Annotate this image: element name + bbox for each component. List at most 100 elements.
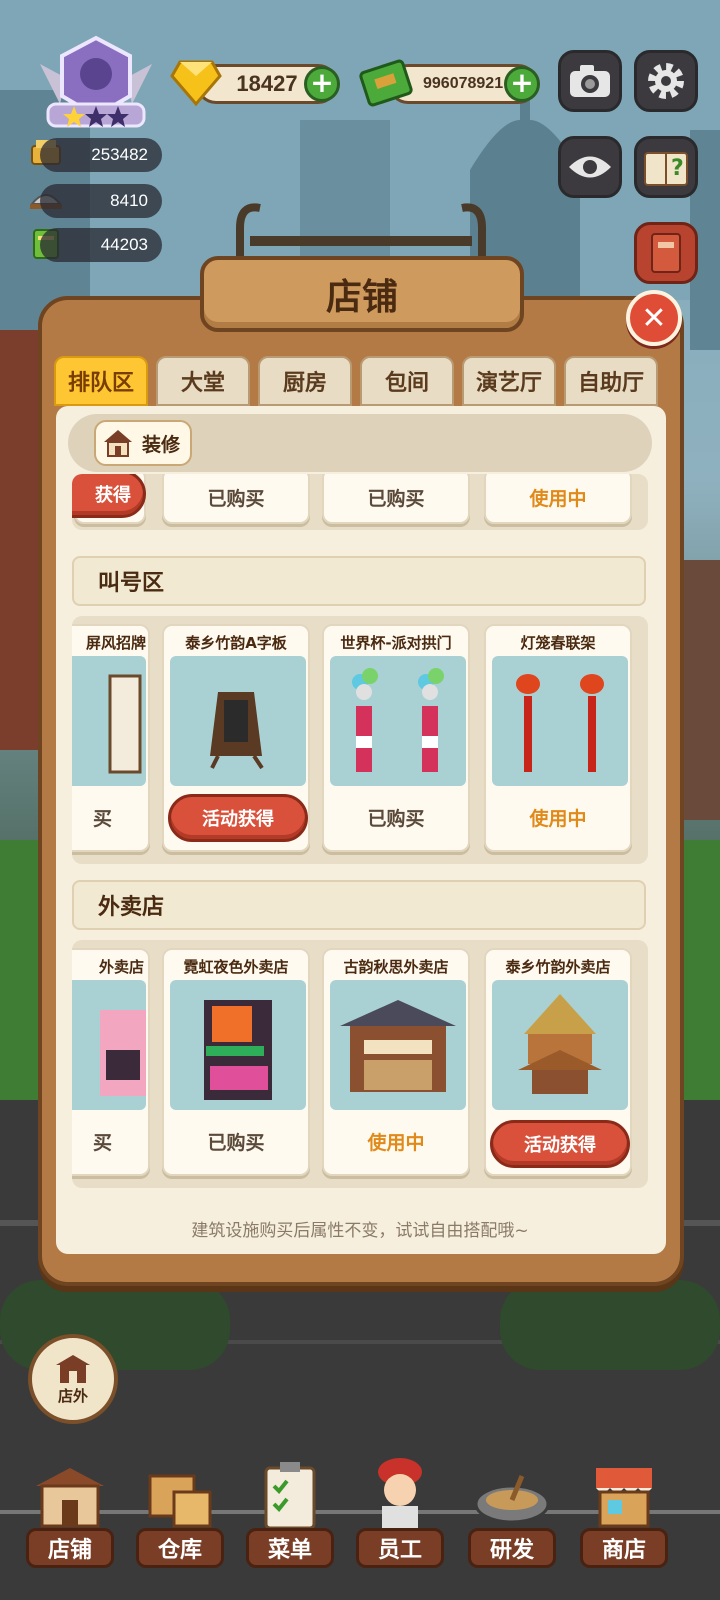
nav-research[interactable]: 研发 — [462, 1456, 562, 1576]
screen-sign-icon — [108, 674, 142, 774]
nav-shop[interactable]: 店铺 — [20, 1456, 120, 1576]
shop-icon — [36, 1468, 104, 1528]
item-card[interactable]: 泰乡竹韵外卖店 活动获得 — [484, 948, 632, 1176]
item-name: 泰乡竹韵外卖店 — [505, 958, 611, 976]
tab-performance-hall[interactable]: 演艺厅 — [462, 356, 556, 406]
tab-queue-area[interactable]: 排队区 — [54, 356, 148, 406]
close-icon: ✕ — [641, 300, 667, 336]
stat-pot: 253482 — [40, 138, 162, 172]
item-status: 买 — [92, 808, 112, 830]
ancient-shop-icon — [340, 1000, 456, 1092]
gem-amount: 18427 — [236, 71, 298, 96]
help-book-icon: ? — [644, 152, 688, 186]
event-obtain-button[interactable]: 活动获得 — [490, 1120, 630, 1168]
nav-staff[interactable]: 员工 — [350, 1456, 450, 1576]
outside-button[interactable]: 店外 — [28, 1334, 118, 1424]
tab-buffet-hall[interactable]: 自助厅 — [564, 356, 658, 406]
nav-store[interactable]: 商店 — [574, 1456, 674, 1576]
cash-icon — [359, 59, 413, 107]
pink-shop-icon — [100, 1010, 146, 1096]
view-button[interactable] — [558, 136, 622, 198]
guide-button[interactable]: ? — [634, 136, 698, 198]
nav-warehouse[interactable]: 仓库 — [130, 1456, 230, 1576]
close-button[interactable]: ✕ — [626, 290, 682, 346]
tab-label: 排队区 — [67, 371, 134, 396]
stat-book-value: 44203 — [100, 235, 148, 254]
item-image — [170, 980, 306, 1110]
eye-icon — [569, 156, 611, 178]
bush-right — [500, 1280, 720, 1370]
party-arch-icon — [352, 668, 444, 772]
gear-icon — [648, 63, 684, 99]
item-name: 泰乡竹韵A字板 — [185, 634, 287, 652]
camera-button[interactable] — [558, 50, 622, 112]
panel-title: 店铺 — [200, 256, 524, 332]
decorate-label: 装修 — [141, 433, 180, 456]
item-image — [330, 656, 466, 786]
a-frame-board-icon — [210, 692, 264, 770]
item-name: 古韵秋思外卖店 — [343, 958, 449, 976]
add-cash-button[interactable]: + — [504, 66, 540, 102]
item-card[interactable]: 霓虹夜色外卖店 已购买 — [162, 948, 310, 1176]
lantern-couplet-icon — [516, 674, 604, 772]
settings-button[interactable] — [634, 50, 698, 112]
event-obtain-button[interactable]: 活动获得 — [168, 794, 308, 842]
storefront-icon — [56, 1354, 90, 1383]
item-card[interactable]: 屏风招牌 买 — [72, 624, 150, 852]
warehouse-box-icon — [148, 1474, 212, 1528]
item-name: 世界杯-派对拱门 — [340, 634, 452, 652]
item-card[interactable]: 获得 — [72, 474, 146, 524]
section-title: 外卖店 — [98, 895, 165, 920]
item-card[interactable]: 已购买 — [322, 474, 470, 524]
stat-book: 44203 — [40, 228, 162, 262]
obtain-label: 获得 — [95, 485, 131, 506]
item-status: 已购买 — [367, 808, 425, 830]
item-card[interactable]: 世界杯-派对拱门 已购买 — [322, 624, 470, 852]
item-card[interactable]: 已购买 — [162, 474, 310, 524]
outside-label: 店外 — [57, 1386, 88, 1405]
section-title: 叫号区 — [98, 571, 165, 596]
nav-label: 仓库 — [136, 1528, 224, 1568]
nav-label: 菜单 — [246, 1528, 334, 1568]
tab-lobby[interactable]: 大堂 — [156, 356, 250, 406]
event-obtain-label: 活动获得 — [524, 1135, 596, 1156]
item-card[interactable]: 使用中 — [484, 474, 632, 524]
cash-amount: 996078921 — [423, 75, 504, 92]
item-status: 使用中 — [529, 808, 587, 830]
stat-dish-value: 8410 — [110, 191, 148, 210]
recipe-book-button[interactable] — [634, 222, 698, 284]
nav-label: 商店 — [580, 1528, 668, 1568]
tab-kitchen[interactable]: 厨房 — [258, 356, 352, 406]
nav-menu[interactable]: 菜单 — [240, 1456, 340, 1576]
chef-avatar-icon — [378, 1458, 422, 1530]
obtain-button[interactable]: 获得 — [72, 474, 146, 518]
item-name: 灯笼春联架 — [520, 634, 596, 652]
tab-private-room[interactable]: 包间 — [360, 356, 454, 406]
item-image — [492, 656, 628, 786]
thai-shop-icon — [518, 994, 602, 1094]
item-status: 使用中 — [529, 488, 587, 510]
red-book-icon — [651, 233, 681, 273]
wok-icon — [474, 1475, 550, 1524]
item-image — [72, 656, 146, 786]
row-previous-section: 获得 已购买 已购买 使用中 — [72, 474, 648, 530]
item-card[interactable]: 泰乡竹韵A字板 活动获得 — [162, 624, 310, 852]
footer-tip: 建筑设施购买后属性不变，试试自由搭配哦~ — [191, 1221, 529, 1241]
item-card[interactable]: 古韵秋思外卖店 使用中 — [322, 948, 470, 1176]
item-status: 已购买 — [367, 488, 425, 510]
nav-label: 研发 — [468, 1528, 556, 1568]
tab-label: 厨房 — [282, 371, 327, 396]
decorate-button[interactable]: 装修 — [94, 420, 192, 466]
item-card[interactable]: 外卖店 买 — [72, 948, 150, 1176]
store-stall-icon — [596, 1468, 652, 1528]
item-status: 已购买 — [207, 488, 265, 510]
item-image — [170, 656, 306, 786]
panel-crest-decoration — [236, 203, 486, 258]
item-name: 屏风招牌 — [85, 634, 146, 652]
add-gem-button[interactable]: + — [304, 66, 340, 102]
item-status: 已购买 — [207, 1132, 265, 1154]
tab-label: 演艺厅 — [475, 371, 542, 396]
rank-badge-icon[interactable] — [30, 34, 162, 134]
item-image — [492, 980, 628, 1110]
item-card[interactable]: 灯笼春联架 使用中 — [484, 624, 632, 852]
